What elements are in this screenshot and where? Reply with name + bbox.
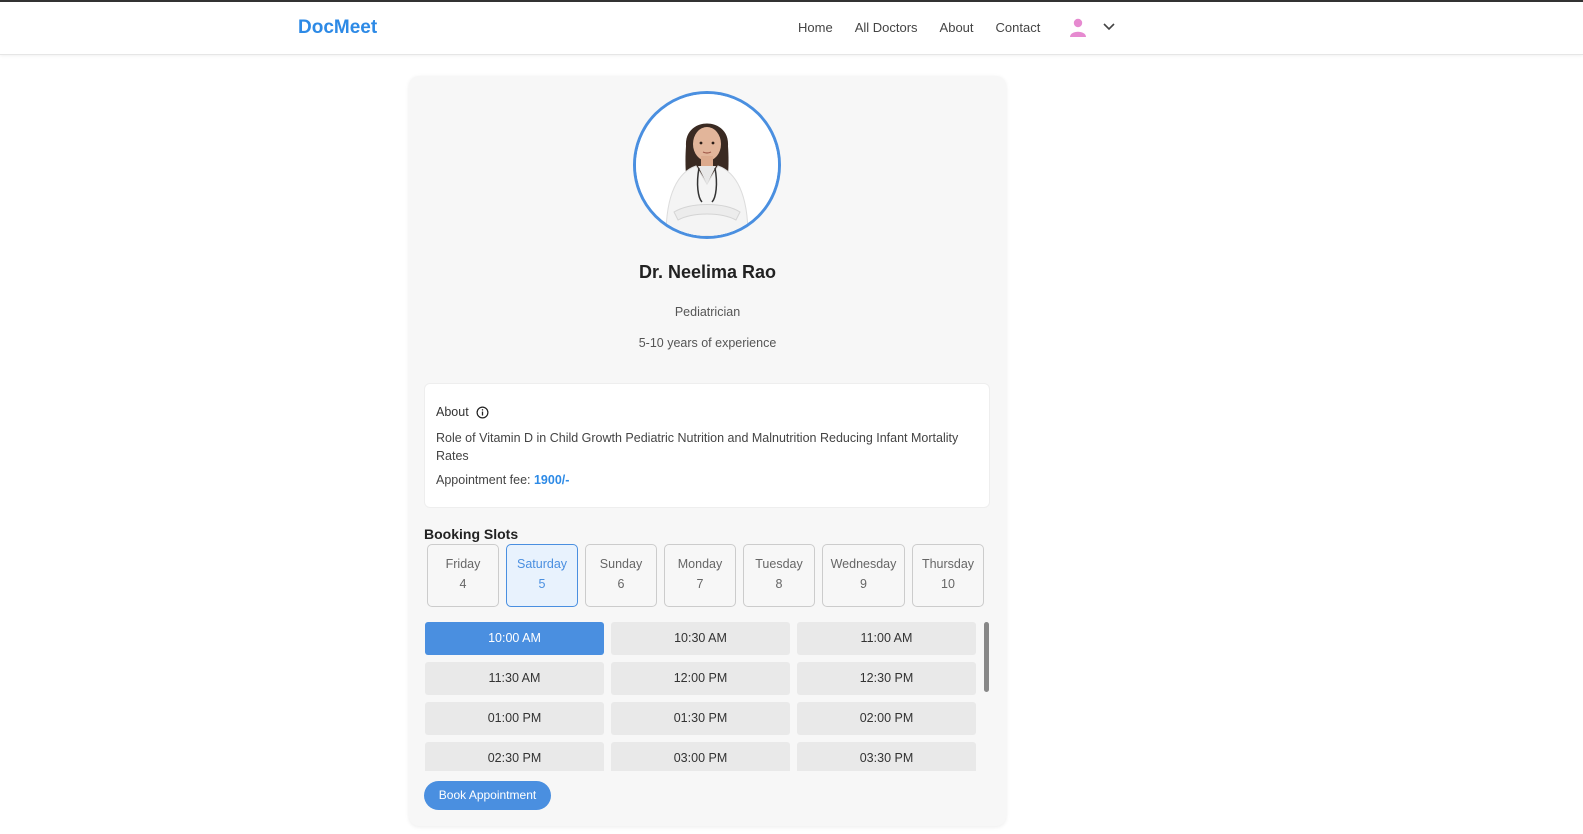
- nav-link-about[interactable]: About: [940, 20, 974, 35]
- day-wednesday[interactable]: Wednesday 9: [822, 544, 905, 607]
- scrollbar-thumb[interactable]: [984, 622, 989, 692]
- day-date: 8: [775, 577, 783, 591]
- doctor-experience: 5-10 years of experience: [638, 336, 777, 350]
- brand-logo[interactable]: DocMeet: [298, 17, 377, 39]
- doctor-photo: [633, 91, 781, 239]
- day-sunday[interactable]: Sunday 6: [585, 544, 657, 607]
- time-slot[interactable]: 03:00 PM: [611, 742, 790, 771]
- day-date: 9: [860, 577, 867, 591]
- day-date: 4: [459, 577, 467, 591]
- about-text: Role of Vitamin D in Child Growth Pediat…: [436, 431, 959, 463]
- time-slot[interactable]: 12:30 PM: [797, 662, 976, 695]
- time-slot[interactable]: 01:30 PM: [611, 702, 790, 735]
- day-date: 7: [696, 577, 704, 591]
- doctor-speciality: Pediatrician: [674, 305, 741, 319]
- day-name: Tuesday: [755, 557, 803, 571]
- book-appointment-button[interactable]: Book Appointment: [424, 781, 551, 810]
- user-avatar-icon[interactable]: [1069, 18, 1087, 38]
- day-monday[interactable]: Monday 7: [664, 544, 736, 607]
- day-thursday[interactable]: Thursday 10: [912, 544, 984, 607]
- about-section: About Role of Vitamin D in Child Growth …: [424, 383, 990, 508]
- nav-link-all-doctors[interactable]: All Doctors: [855, 20, 918, 35]
- day-tuesday[interactable]: Tuesday 8: [743, 544, 815, 607]
- doctor-name: Dr. Neelima Rao: [638, 262, 777, 282]
- day-name: Thursday: [921, 557, 975, 571]
- day-friday[interactable]: Friday 4: [427, 544, 499, 607]
- time-slot[interactable]: 03:30 PM: [797, 742, 976, 771]
- day-date: 6: [617, 577, 625, 591]
- time-slot[interactable]: 11:00 AM: [797, 622, 976, 655]
- time-slot-scrollbar[interactable]: [984, 622, 990, 771]
- day-date: 10: [941, 577, 955, 591]
- fee-label: Appointment fee:: [436, 473, 534, 487]
- doctor-card: Dr. Neelima Rao Pediatrician 5-10 years …: [409, 76, 1006, 826]
- nav-link-home[interactable]: Home: [798, 20, 833, 35]
- fee-value: 1900/-: [533, 473, 570, 487]
- day-name: Wednesday: [830, 557, 897, 571]
- nav-link-contact[interactable]: Contact: [996, 20, 1041, 35]
- time-slot[interactable]: 02:00 PM: [797, 702, 976, 735]
- day-date: 5: [538, 577, 546, 591]
- time-slot[interactable]: 10:00 AM: [425, 622, 604, 655]
- time-slot[interactable]: 12:00 PM: [611, 662, 790, 695]
- booking-slots-title: Booking Slots: [424, 526, 519, 542]
- navbar: DocMeet Home All Doctors About Contact: [0, 2, 1583, 55]
- time-slot[interactable]: 02:30 PM: [425, 742, 604, 771]
- day-name: Sunday: [599, 557, 643, 571]
- appointment-fee: Appointment fee: 1900/-: [436, 473, 569, 487]
- day-saturday[interactable]: Saturday 5: [506, 544, 578, 607]
- time-slot[interactable]: 10:30 AM: [611, 622, 790, 655]
- time-slot[interactable]: 01:00 PM: [425, 702, 604, 735]
- nav-links: Home All Doctors About Contact: [798, 20, 1062, 35]
- info-icon: [476, 406, 489, 419]
- chevron-down-icon[interactable]: [1102, 22, 1116, 32]
- time-slot[interactable]: 11:30 AM: [425, 662, 604, 695]
- about-title: About: [436, 405, 469, 419]
- time-slot-grid: 10:00 AM 10:30 AM 11:00 AM 11:30 AM 12:0…: [424, 622, 990, 771]
- day-name: Saturday: [516, 557, 568, 571]
- day-name: Monday: [677, 557, 723, 571]
- day-name: Friday: [445, 557, 481, 571]
